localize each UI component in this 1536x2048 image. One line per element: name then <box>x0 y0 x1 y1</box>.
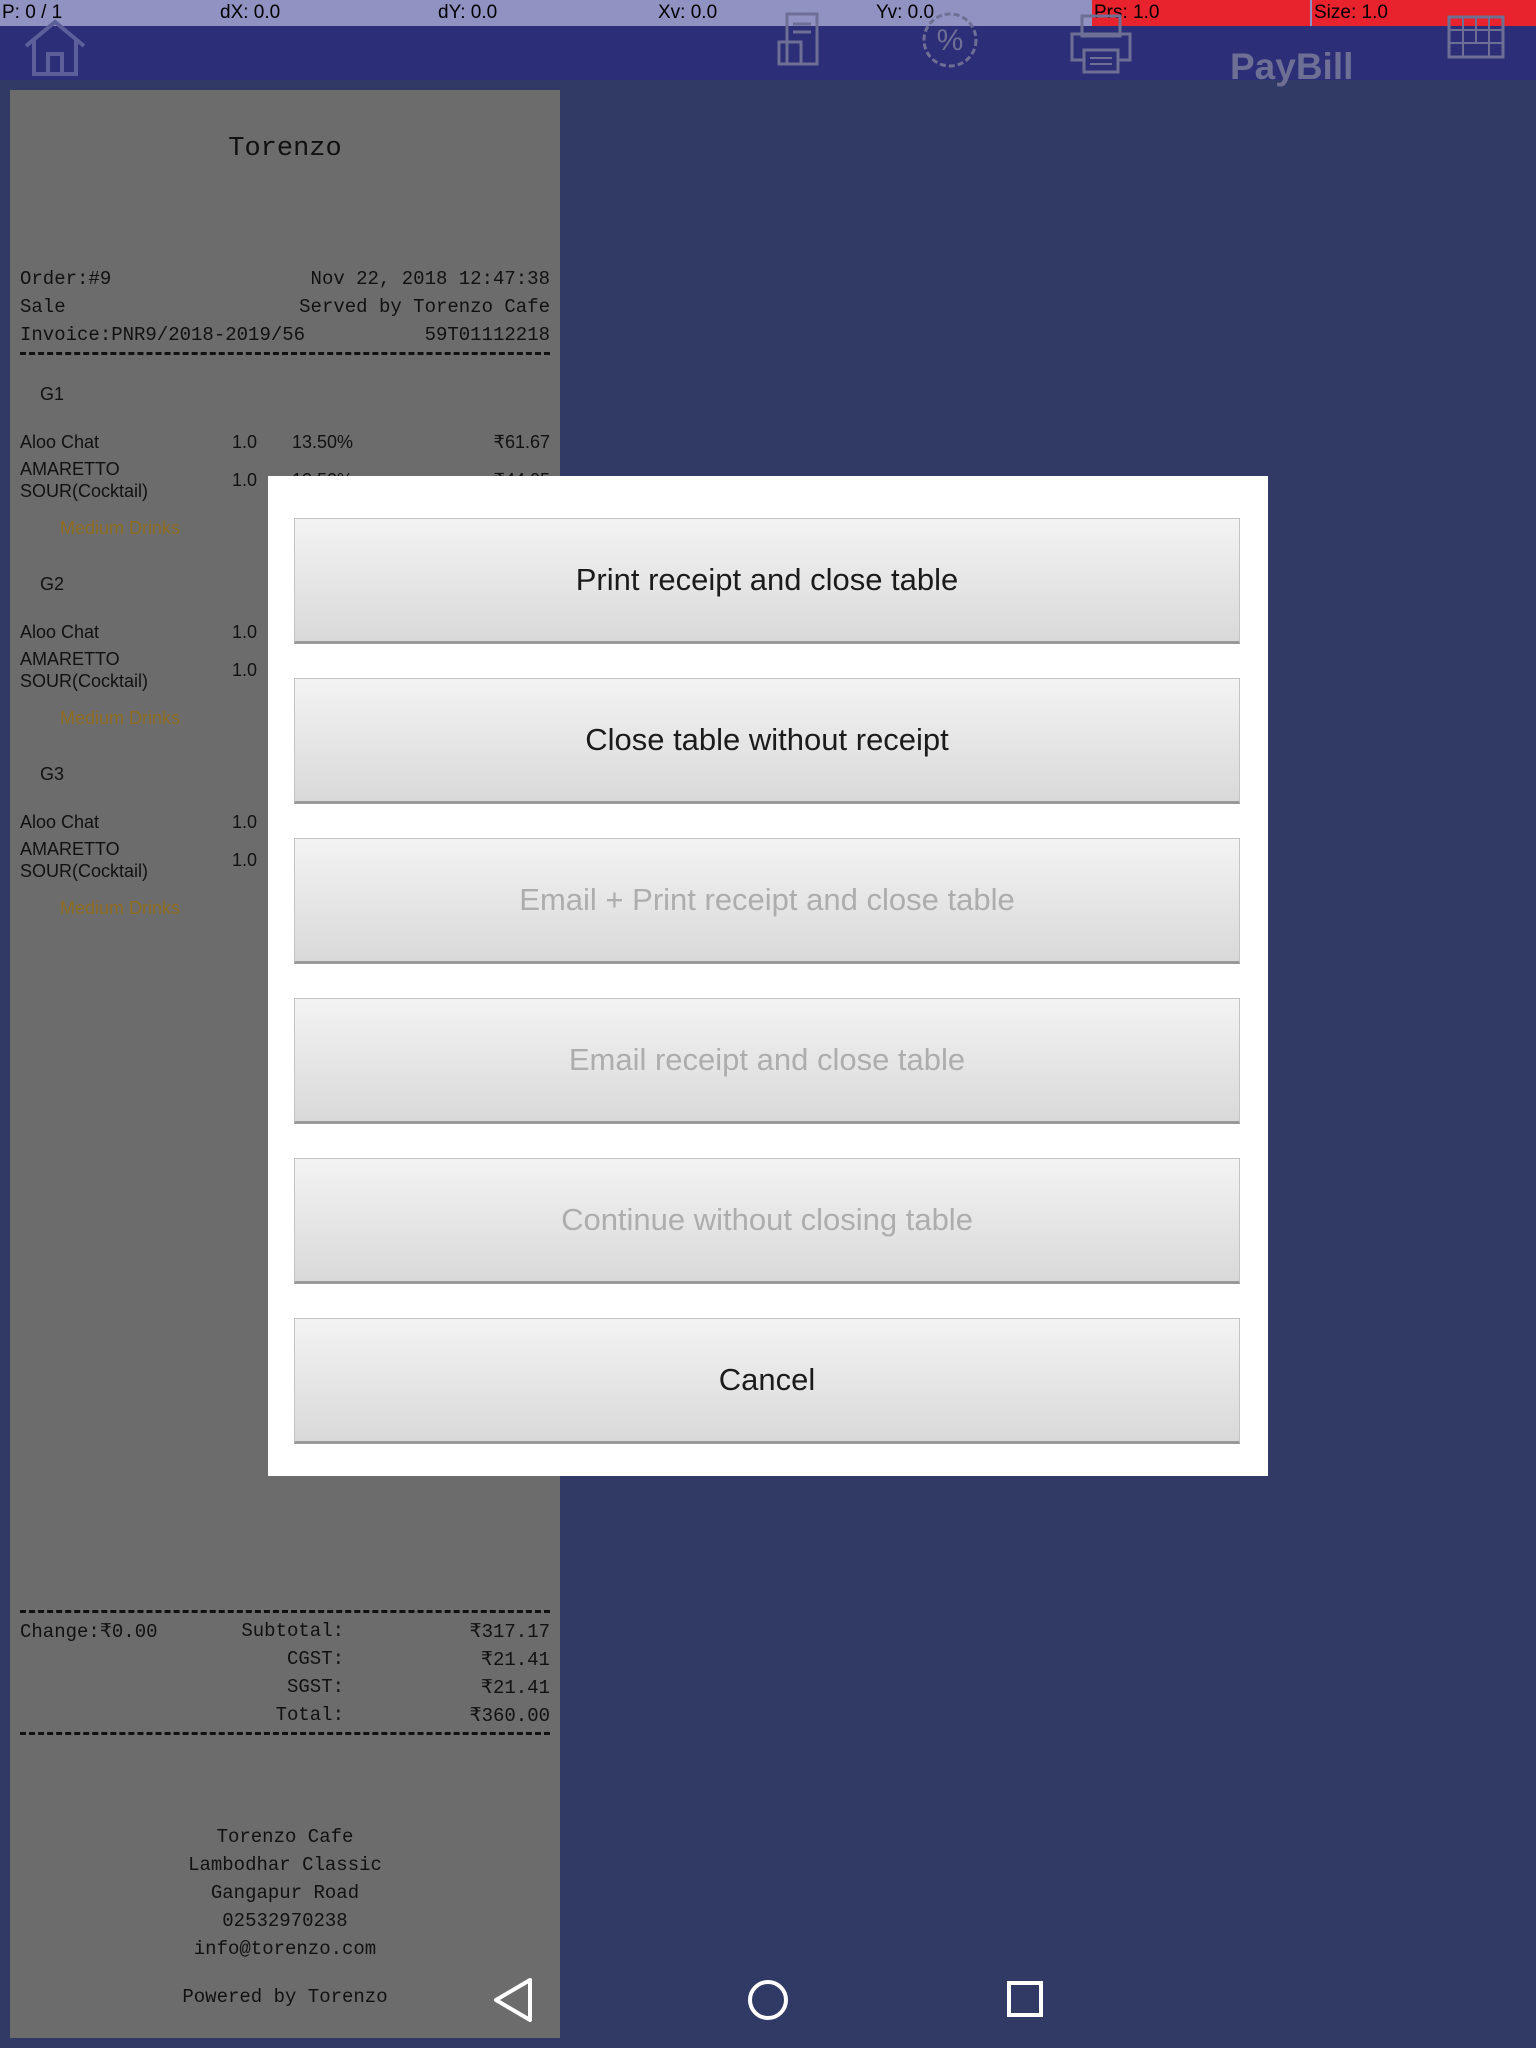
item-name: AMARETTO SOUR(Cocktail) <box>20 839 149 881</box>
debug-xv: Xv: 0.0 <box>658 2 718 23</box>
group-label: G3 <box>40 764 65 784</box>
item-name: Aloo Chat <box>20 812 100 832</box>
home-circle-icon[interactable] <box>744 1976 792 2024</box>
receipt-type: Sale <box>20 296 66 318</box>
item-name: AMARETTO SOUR(Cocktail) <box>20 649 149 691</box>
group-label: G1 <box>40 384 65 404</box>
item-name: AMARETTO SOUR(Cocktail) <box>20 459 149 501</box>
item-name: Aloo Chat <box>20 432 100 452</box>
printer-icon[interactable] <box>1068 14 1134 76</box>
item-qty: 1.0 <box>232 812 258 832</box>
recents-icon[interactable] <box>1004 1978 1048 2022</box>
receipt-icon[interactable] <box>775 12 827 68</box>
receipt-datetime: Nov 22, 2018 12:47:38 <box>310 268 550 290</box>
cancel-button[interactable]: Cancel <box>294 1318 1240 1444</box>
item-qty: 1.0 <box>232 622 258 642</box>
cgst-value: ₹21.41 <box>480 1649 550 1671</box>
sgst-label: SGST: <box>286 1676 344 1698</box>
receipt-served-by: Served by Torenzo Cafe <box>299 296 550 318</box>
item-qty: 1.0 <box>232 660 258 680</box>
receipt-change: Change:₹0.00 <box>20 1621 158 1643</box>
app-header: % PayBill <box>0 12 1536 87</box>
footer-address-1: Lambodhar Classic <box>188 1854 382 1876</box>
email-print-close-button[interactable]: Email + Print receipt and close table <box>294 838 1240 964</box>
item-modifier: Medium Drinks <box>60 518 181 538</box>
receipt-divider <box>20 1610 550 1613</box>
receipt-invoice: Invoice:PNR9/2018-2019/56 <box>20 324 306 346</box>
item-qty: 1.0 <box>232 850 258 870</box>
footer-name: Torenzo Cafe <box>216 1826 354 1848</box>
item-modifier: Medium Drinks <box>60 708 181 728</box>
brand-title: PayBill <box>1230 46 1354 87</box>
receipt-order: Order:#9 <box>20 268 112 290</box>
receipt-divider <box>20 1732 550 1735</box>
item-price: ₹61.67 <box>493 432 551 452</box>
discount-icon[interactable]: % <box>915 10 985 72</box>
home-icon[interactable] <box>18 16 92 80</box>
item-name: Aloo Chat <box>20 622 100 642</box>
group-label: G2 <box>40 574 65 594</box>
item-modifier: Medium Drinks <box>60 898 181 918</box>
footer-phone: 02532970238 <box>222 1910 348 1932</box>
footer-email: info@torenzo.com <box>193 1938 377 1960</box>
footer-powered-by: Powered by Torenzo <box>182 1986 388 2008</box>
item-qty: 1.0 <box>232 470 258 490</box>
receipt-divider <box>20 352 550 355</box>
item-tax: 13.50% <box>292 432 354 452</box>
footer-address-2: Gangapur Road <box>210 1882 360 1904</box>
print-receipt-close-button[interactable]: Print receipt and close table <box>294 518 1240 644</box>
debug-dy: dY: 0.0 <box>438 2 498 23</box>
email-receipt-close-button[interactable]: Email receipt and close table <box>294 998 1240 1124</box>
keyboard-icon[interactable] <box>1446 14 1506 62</box>
receipt-store-name: Torenzo <box>228 134 342 164</box>
cgst-label: CGST: <box>286 1648 344 1670</box>
back-icon[interactable] <box>490 1976 536 2024</box>
total-value: ₹360.00 <box>469 1705 551 1727</box>
subtotal-value: ₹317.17 <box>469 1621 551 1643</box>
debug-dx: dX: 0.0 <box>220 2 281 23</box>
close-without-receipt-button[interactable]: Close table without receipt <box>294 678 1240 804</box>
item-qty: 1.0 <box>232 432 258 452</box>
sgst-value: ₹21.41 <box>480 1677 550 1699</box>
pointer-debug-bar: P: 0 / 1 dX: 0.0 dY: 0.0 Xv: 0.0 Yv: 0.0… <box>0 0 1536 26</box>
continue-without-closing-button[interactable]: Continue without closing table <box>294 1158 1240 1284</box>
svg-text:%: % <box>937 24 964 57</box>
close-table-dialog: Print receipt and close table Close tabl… <box>268 476 1268 1476</box>
receipt-code: 59T01112218 <box>424 324 550 346</box>
subtotal-label: Subtotal: <box>241 1620 344 1642</box>
total-label: Total: <box>275 1704 344 1726</box>
